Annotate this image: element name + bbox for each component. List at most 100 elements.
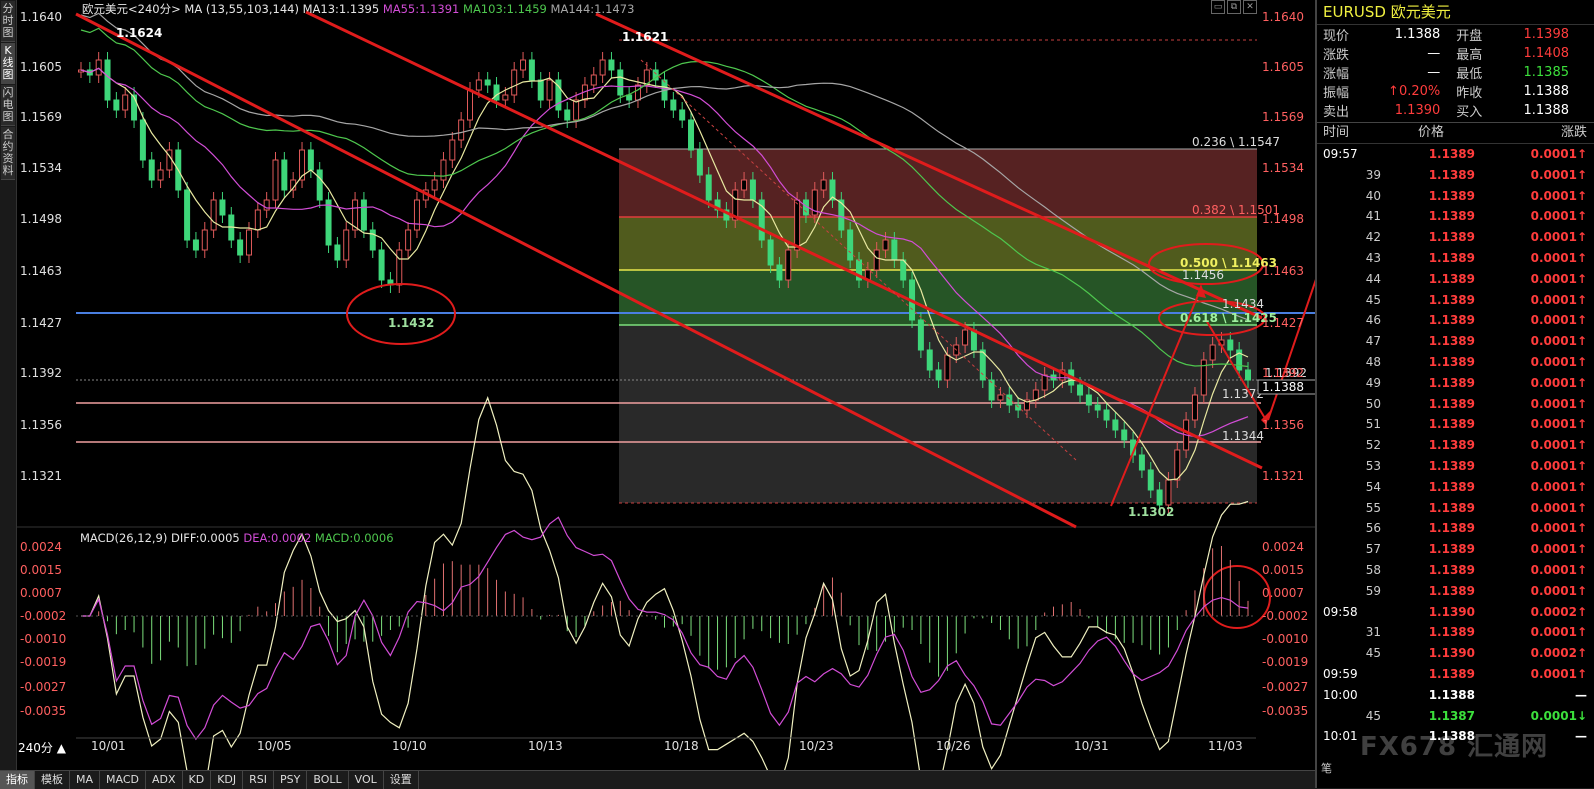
tick-price: 1.1389 (1428, 375, 1475, 390)
candle-body (749, 179, 756, 201)
tab-lightning[interactable]: 闪电图 (1, 85, 15, 126)
candle-body (396, 249, 403, 286)
candle-body (882, 239, 889, 251)
candle-body (325, 199, 332, 246)
quote-value: 1.1398 (1523, 27, 1570, 42)
candle-body (564, 109, 571, 121)
candle-body (679, 109, 686, 121)
kline-chart[interactable]: 1.1624 1.1621 1.1432 1.1302 0.236 \ 1.15… (16, 0, 1315, 770)
tick-list[interactable]: 09:57 1.1389 0.0001↑ 39 1.1389 0.0001↑ 40 1.138… (1317, 144, 1594, 747)
tick-row: 49 1.1389 0.0001↑ (1317, 373, 1594, 394)
tick-row: 54 1.1389 0.0001↑ (1317, 477, 1594, 498)
arrow-up-icon: ↑ (1576, 147, 1587, 161)
tick-time: 46 (1365, 313, 1381, 328)
price-tick-left: 1.1463 (20, 264, 62, 278)
low-label-2: 1.1302 (1128, 505, 1174, 519)
dea-line (81, 516, 1249, 741)
tick-row: 44 1.1389 0.0001↑ (1317, 269, 1594, 290)
quote-title: EURUSD 欧元美元 (1317, 0, 1594, 25)
candle-body (1085, 394, 1092, 406)
tick-change-value: 0.0001 (1530, 479, 1577, 494)
tick-price: 1.1389 (1428, 209, 1475, 224)
tick-change-value: 0.0001 (1530, 354, 1577, 369)
candle-body (122, 94, 129, 111)
quote-label: 现价 (1323, 29, 1350, 44)
peak-label: 1.1456 (1182, 268, 1224, 282)
quote-label: 最高 (1456, 48, 1483, 63)
tick-change-value: 0.0001 (1530, 458, 1577, 473)
tick-change: 0.0001↑ (1475, 186, 1593, 207)
period-selector[interactable]: 240分 ▲ (18, 739, 66, 756)
tab-kdj[interactable]: KDJ (211, 771, 244, 789)
tick-row: 56 1.1389 0.0001↑ (1317, 518, 1594, 539)
candle-body (900, 259, 907, 281)
tab-boll[interactable]: BOLL (307, 771, 349, 789)
tab-kline[interactable]: K线图 (1, 43, 15, 84)
quote-table: 现价 1.1388 开盘 1.1398 涨跌 — 最高 1.1408 涨幅 — … (1321, 25, 1571, 120)
tick-change: 0.0001↑ (1475, 248, 1593, 269)
symbol-label[interactable]: 欧元美元<240分> (82, 2, 181, 16)
candle-body (1245, 369, 1251, 381)
tab-vol[interactable]: VOL (349, 771, 384, 789)
tick-row: 10:00 1.1388 — (1317, 685, 1594, 706)
arrow-up-icon: ↑ (1576, 375, 1587, 390)
candle-body (617, 69, 624, 96)
candle-body (369, 229, 376, 251)
candle-body (95, 59, 102, 76)
tick-row: 09:58 1.1390 0.0002↑ (1317, 602, 1594, 623)
quote-label: 最低 (1456, 67, 1483, 82)
candle-body (431, 179, 438, 191)
tick-time: 39 (1365, 167, 1381, 182)
tab-rsi[interactable]: RSI (243, 771, 275, 789)
tick-change: 0.0001↑ (1475, 518, 1593, 539)
tick-price: 1.1389 (1428, 521, 1475, 536)
candle-body (493, 84, 500, 101)
tick-change: 0.0001↑ (1475, 539, 1593, 560)
arrow-up-icon: ↑ (1576, 562, 1587, 577)
window-controls: ▭ ⧉ ✕ (1211, 0, 1257, 14)
tab-psy[interactable]: PSY (274, 771, 308, 789)
quote-value: 1.1388 (1523, 84, 1570, 99)
tick-row: 39 1.1389 0.0001↑ (1317, 165, 1594, 186)
candle-body (1121, 429, 1128, 441)
arrow-up-icon: ↑ (1576, 646, 1587, 661)
tick-row: 47 1.1389 0.0001↑ (1317, 331, 1594, 352)
tick-time: 45 (1365, 646, 1381, 661)
tick-change: 0.0001↑ (1475, 165, 1593, 186)
arrow-up-icon: ↑ (1388, 84, 1399, 99)
candle-body (281, 159, 288, 191)
tick-change: 0.0001↑ (1475, 581, 1593, 602)
tab-contract-info[interactable]: 合约资料 (1, 127, 15, 180)
candle-body (537, 79, 544, 101)
tab-adx[interactable]: ADX (146, 771, 183, 789)
arrow-up-icon: ↑ (1576, 230, 1587, 245)
tick-change-value: 0.0001 (1530, 188, 1577, 203)
date-tick: 10/18 (664, 739, 699, 753)
tab-kd[interactable]: KD (183, 771, 212, 789)
candle-body (997, 394, 1004, 401)
macd-tick-right: -0.0027 (1262, 680, 1308, 694)
tab-intraday[interactable]: 分时图 (1, 1, 15, 42)
candle-body (458, 119, 465, 141)
candle-body (767, 239, 774, 266)
tick-price: 1.1389 (1428, 625, 1475, 640)
minimize-icon[interactable]: ▭ (1211, 0, 1225, 14)
tick-row: 46 1.1389 0.0001↑ (1317, 310, 1594, 331)
tab-template[interactable]: 模板 (35, 771, 70, 789)
arrow-up-icon: ↑ (1576, 542, 1587, 557)
quote-row: 涨幅 — 最低 1.1385 (1321, 63, 1571, 82)
tab-indicator[interactable]: 指标 (0, 771, 35, 789)
tick-change-value: 0.0002 (1530, 646, 1577, 661)
arrow-up-icon: ↑ (1576, 271, 1587, 286)
tick-count-label: 笔 (1321, 762, 1332, 775)
restore-icon[interactable]: ⧉ (1227, 0, 1241, 14)
candle-body (634, 84, 641, 101)
candle-body (254, 209, 261, 231)
tick-row: 51 1.1389 0.0001↑ (1317, 414, 1594, 435)
tab-ma[interactable]: MA (70, 771, 101, 789)
quote-value: 1.1408 (1523, 46, 1570, 61)
tab-settings[interactable]: 设置 (384, 771, 419, 789)
date-tick: 10/10 (392, 739, 427, 753)
close-icon[interactable]: ✕ (1243, 0, 1257, 14)
tab-macd[interactable]: MACD (100, 771, 146, 789)
